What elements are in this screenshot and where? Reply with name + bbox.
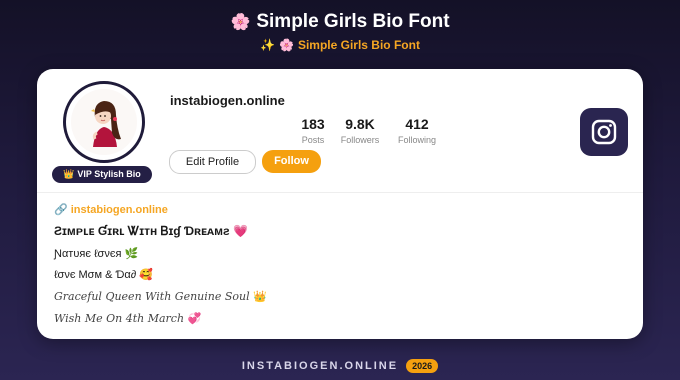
page-subtitle-text: Simple Girls Bio Font xyxy=(297,38,420,52)
page-title: 🌸 Simple Girls Bio Font xyxy=(0,10,680,35)
stat-followers-value: 9.8K xyxy=(345,116,375,132)
bio-line-text: Ɲαтυяє ℓσνєя xyxy=(54,248,122,260)
page-footer: INSTABIOGEN.ONLINE 2026 xyxy=(0,357,680,375)
bio-line: Ƨɪᴍᴘʟᴇ Ɠɪʀʟ Ꮤɪᴛʜ Ᏼɪɠ Ɗʀᴇᴀᴍƨ 💗 xyxy=(54,224,248,239)
vip-badge-label: VIP Stylish Bio xyxy=(77,169,141,179)
stat-following[interactable]: 412 Following xyxy=(387,116,447,145)
bio-link-text[interactable]: instabiogen.online xyxy=(71,204,168,216)
stat-followers[interactable]: 9.8K Followers xyxy=(330,116,390,145)
bio-line-text: Wish Me On 4th March xyxy=(54,312,185,325)
girl-illustration-icon xyxy=(71,89,137,155)
follow-button[interactable]: Follow xyxy=(262,150,321,173)
bio-line: ℓσνє Мσм & Ɗα∂ 🥰 xyxy=(54,268,153,281)
bio-line-text: Graceful Queen With Genuine Soul xyxy=(54,290,250,303)
stat-following-label: Following xyxy=(397,135,437,145)
footer-site: INSTABIOGEN.ONLINE xyxy=(241,359,399,372)
cherry-blossom-icon: 🌸 xyxy=(278,38,294,52)
bio-line-text: ℓσνє Мσм & Ɗα∂ xyxy=(54,269,137,281)
page-subtitle: ✨ 🌸 Simple Girls Bio Font xyxy=(0,38,680,52)
heart-icon: 💗 xyxy=(232,224,248,238)
herb-icon: 🌿 xyxy=(124,248,139,260)
bio-line: Wish Me On 4th March 💞 xyxy=(54,312,201,325)
crown-icon: 👑 xyxy=(253,290,267,303)
link-icon: 🔗 xyxy=(54,204,68,216)
bio-line: Ɲαтυяє ℓσνєя 🌿 xyxy=(54,247,138,260)
year-badge: 2026 xyxy=(406,358,439,373)
sparkles-icon: ✨ xyxy=(260,38,275,52)
bio-line-text: Ƨɪᴍᴘʟᴇ Ɠɪʀʟ Ꮤɪᴛʜ Ᏼɪɠ Ɗʀᴇᴀᴍƨ xyxy=(54,224,230,238)
card-divider xyxy=(37,192,643,193)
crown-icon: 👑 xyxy=(63,169,75,179)
stat-following-value: 412 xyxy=(405,116,429,132)
page-title-text: Simple Girls Bio Font xyxy=(256,11,450,32)
profile-username: instabiogen.online xyxy=(170,93,285,108)
smiling-face-hearts-icon: 🥰 xyxy=(139,269,153,281)
bio-section: 🔗 instabiogen.online Ƨɪᴍᴘʟᴇ Ɠɪʀʟ Ꮤɪᴛʜ Ᏼɪɠ… xyxy=(54,203,267,325)
stat-followers-label: Followers xyxy=(340,135,380,145)
edit-profile-button[interactable]: Edit Profile xyxy=(169,150,256,174)
vip-badge: 👑 VIP Stylish Bio xyxy=(52,166,152,183)
bio-line: Graceful Queen With Genuine Soul 👑 xyxy=(54,290,267,303)
avatar-image xyxy=(71,89,137,155)
instagram-icon[interactable] xyxy=(580,108,628,156)
profile-card: 👑 VIP Stylish Bio instabiogen.online 183 … xyxy=(37,69,643,339)
page-header: 🌸 Simple Girls Bio Font ✨ 🌸 Simple Girls Bi… xyxy=(0,10,680,52)
bio-link[interactable]: 🔗 instabiogen.online xyxy=(54,203,168,216)
avatar[interactable] xyxy=(63,81,145,163)
cherry-blossom-icon: 🌸 xyxy=(230,14,251,31)
revolving-hearts-icon: 💞 xyxy=(187,312,202,325)
